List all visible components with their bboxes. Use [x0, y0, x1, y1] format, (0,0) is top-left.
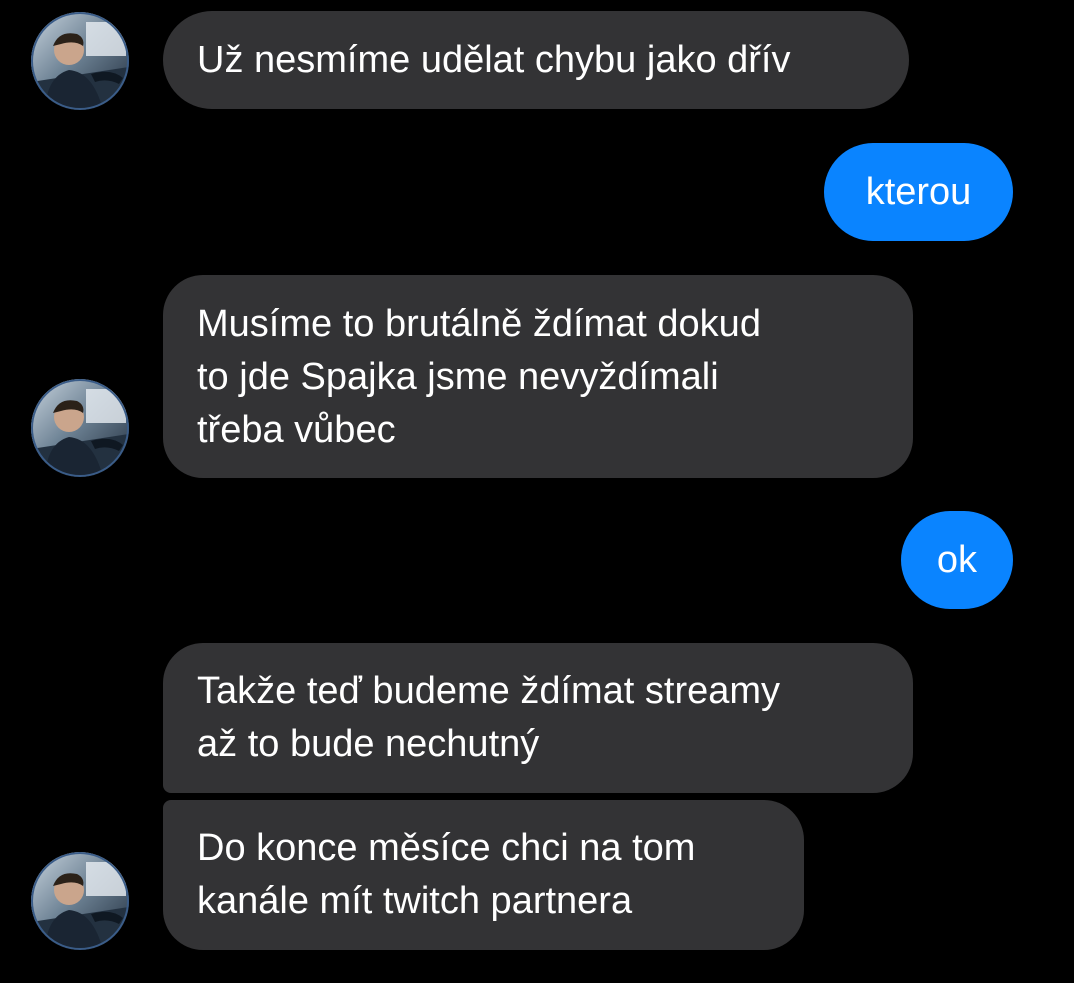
message-text: to jde Spajka jsme nevyždímali [197, 356, 719, 398]
message-text: až to bude nechutný [197, 723, 540, 765]
message-text: Už nesmíme udělat chybu jako dřív [197, 38, 791, 81]
message-incoming[interactable]: Už nesmíme udělat chybu jako dřív [163, 11, 909, 109]
message-text: Do konce měsíce chci na tom [197, 827, 696, 869]
message-text: třeba vůbec [197, 409, 396, 451]
message-text: ok [936, 539, 978, 581]
message-text: kterou [865, 171, 972, 213]
contact-avatar[interactable] [31, 852, 129, 950]
message-outgoing[interactable]: ok [901, 511, 1013, 609]
message-text: kanále mít twitch partnera [197, 880, 633, 922]
message-incoming[interactable]: Takže teď budeme ždímat streamy až to bu… [163, 643, 913, 793]
contact-avatar[interactable] [31, 379, 129, 477]
message-incoming[interactable]: Do konce měsíce chci na tom kanále mít t… [163, 800, 804, 950]
message-text: Takže teď budeme ždímat streamy [197, 670, 781, 712]
message-outgoing[interactable]: kterou [824, 143, 1013, 241]
contact-avatar[interactable] [31, 12, 129, 110]
message-incoming[interactable]: Musíme to brutálně ždímat dokud to jde S… [163, 275, 913, 478]
message-text: Musíme to brutálně ždímat dokud [197, 303, 761, 345]
